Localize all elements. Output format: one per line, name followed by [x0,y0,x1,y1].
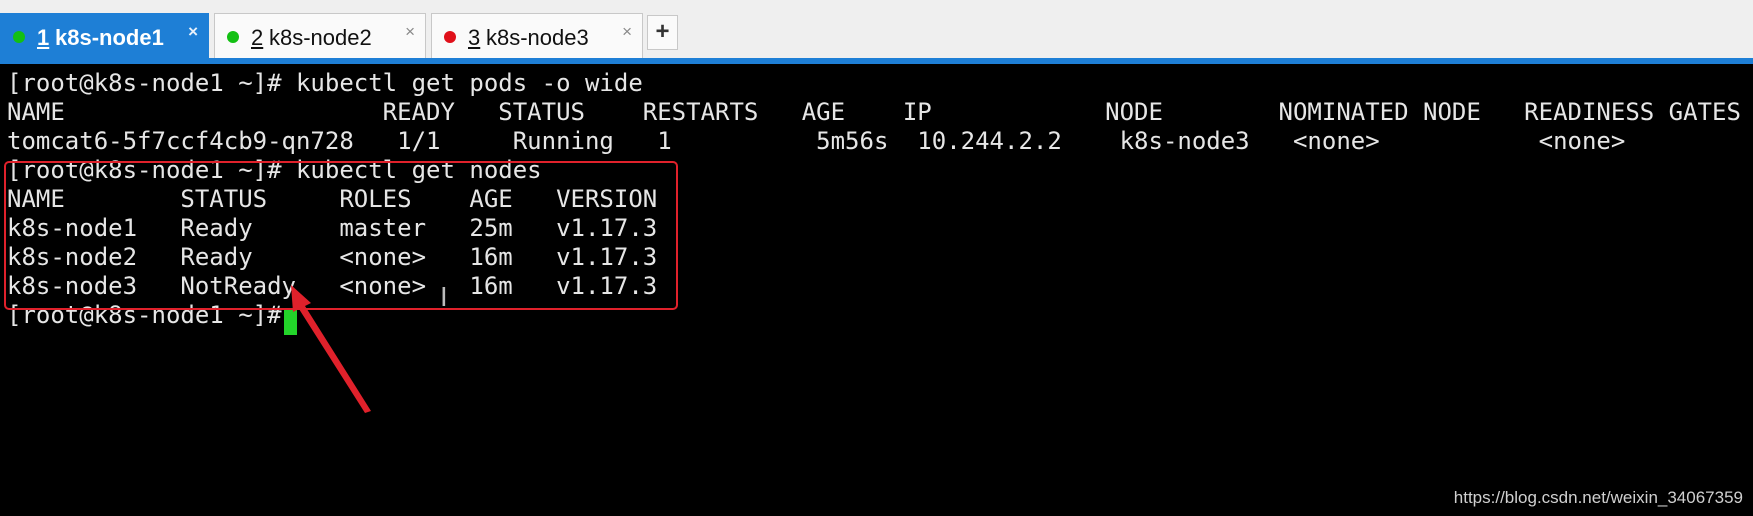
tab-title: k8s-node2 [269,25,372,50]
tab-title: k8s-node3 [486,25,589,50]
tab-number: 3 [468,25,481,50]
terminal-line: tomcat6-5f7ccf4cb9-qn728 1/1 Running 1 5… [7,127,1626,155]
status-dot-icon [13,31,25,43]
new-tab-button[interactable]: + [647,15,678,50]
tab-k8s-node1[interactable]: 1 k8s-node1 × [0,13,209,58]
text-cursor-icon: I [440,283,448,313]
tab-k8s-node3[interactable]: 3 k8s-node3 × [431,13,643,58]
terminal-line: NAME READY STATUS RESTARTS AGE IP NODE N… [7,98,1741,126]
tab-k8s-node2[interactable]: 2 k8s-node2 × [214,13,426,58]
watermark: https://blog.csdn.net/weixin_34067359 [1453,488,1743,507]
terminal-line: [root@k8s-node1 ~]# kubectl get pods -o … [7,69,643,97]
tab-number: 1 [37,25,50,50]
close-icon[interactable]: × [622,22,632,42]
close-icon[interactable]: × [188,22,198,42]
status-dot-icon [227,31,239,43]
annotation-arrow-icon [291,285,371,413]
tab-number: 2 [251,25,264,50]
tab-title: k8s-node1 [55,25,164,50]
status-dot-icon [444,31,456,43]
tab-bar: 1 k8s-node1 × 2 k8s-node2 × 3 k8s-node3 … [0,0,1753,64]
close-icon[interactable]: × [405,22,415,42]
